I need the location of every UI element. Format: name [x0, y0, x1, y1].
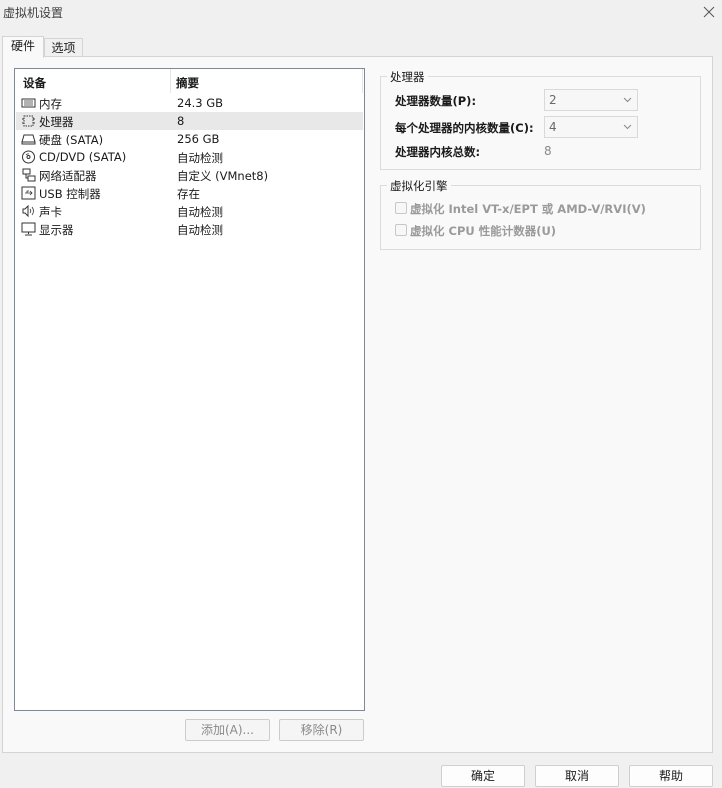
device-name: USB 控制器	[39, 187, 101, 201]
device-name: CD/DVD (SATA)	[39, 150, 127, 164]
cd-dvd-icon	[22, 150, 35, 164]
sound-card-icon	[22, 204, 34, 218]
usb-icon	[21, 186, 36, 200]
column-divider	[170, 69, 171, 93]
device-name: 网络适配器	[39, 169, 97, 183]
device-name: 硬盘 (SATA)	[39, 133, 104, 147]
virtualization-group: 虚拟化引擎	[380, 178, 701, 250]
column-divider	[362, 69, 363, 93]
tab-hardware[interactable]: 硬件	[2, 36, 44, 58]
device-name: 处理器	[39, 115, 74, 129]
device-row-usb[interactable]: USB 控制器 存在	[16, 184, 363, 202]
processors-group-title: 处理器	[387, 69, 428, 85]
processor-count-select[interactable]: 2	[544, 89, 638, 111]
close-icon	[703, 6, 715, 18]
device-row-sound-card[interactable]: 声卡 自动检测	[16, 202, 363, 220]
help-button[interactable]: 帮助	[629, 765, 713, 787]
device-summary: 自动检测	[177, 223, 223, 237]
device-summary: 24.3 GB	[177, 96, 224, 110]
device-list[interactable]: 设备 摘要 内存 24.3 GB 处理器 8 硬盘 (SATA) 256 GB …	[14, 68, 365, 711]
device-row-network-adapter[interactable]: 网络适配器 自定义 (VMnet8)	[16, 166, 363, 184]
virtualize-vtx-label[interactable]: 虚拟化 Intel VT-x/EPT 或 AMD-V/RVI(V)	[410, 201, 646, 217]
network-adapter-icon	[22, 168, 36, 182]
virtualize-cpu-counters-checkbox[interactable]	[395, 224, 407, 236]
ok-button[interactable]: 确定	[441, 765, 525, 787]
virtualization-group-title: 虚拟化引擎	[387, 178, 451, 194]
remove-button[interactable]: 移除(R)	[279, 719, 364, 741]
tab-options[interactable]: 选项	[44, 38, 83, 57]
display-icon	[21, 222, 36, 236]
device-summary: 自动检测	[177, 205, 223, 219]
chevron-down-icon	[623, 124, 632, 130]
virtualize-cpu-counters-label[interactable]: 虚拟化 CPU 性能计数器(U)	[410, 223, 556, 239]
device-row-display[interactable]: 显示器 自动检测	[16, 220, 363, 238]
device-summary: 自动检测	[177, 151, 223, 165]
processor-icon	[22, 115, 35, 127]
column-header-device[interactable]: 设备	[23, 75, 46, 91]
virtualize-vtx-checkbox[interactable]	[395, 202, 407, 214]
device-row-cd-dvd[interactable]: CD/DVD (SATA) 自动检测	[16, 148, 363, 166]
device-name: 声卡	[39, 205, 62, 219]
chevron-down-icon	[623, 97, 632, 103]
device-name: 显示器	[39, 223, 74, 237]
cores-per-processor-select[interactable]: 4	[544, 116, 638, 138]
cores-per-processor-value: 4	[549, 120, 557, 134]
add-button[interactable]: 添加(A)...	[185, 719, 270, 741]
processor-count-value: 2	[549, 93, 557, 107]
device-row-processor[interactable]: 处理器 8	[16, 112, 363, 130]
total-cores-value: 8	[544, 144, 552, 158]
device-row-memory[interactable]: 内存 24.3 GB	[16, 94, 363, 112]
memory-icon	[21, 98, 36, 108]
device-name: 内存	[39, 97, 62, 111]
cores-per-processor-label: 每个处理器的内核数量(C):	[395, 121, 534, 135]
column-header-summary[interactable]: 摘要	[176, 75, 199, 91]
cancel-button[interactable]: 取消	[535, 765, 619, 787]
window-title: 虚拟机设置	[3, 6, 64, 20]
hard-disk-icon	[21, 134, 36, 145]
close-button[interactable]	[696, 0, 722, 24]
total-cores-label: 处理器内核总数:	[395, 145, 481, 159]
processor-count-label: 处理器数量(P):	[395, 94, 477, 108]
device-list-header: 设备 摘要	[15, 69, 364, 93]
device-row-hard-disk[interactable]: 硬盘 (SATA) 256 GB	[16, 130, 363, 148]
device-summary: 自定义 (VMnet8)	[177, 169, 269, 183]
device-summary: 256 GB	[177, 132, 220, 146]
device-summary: 存在	[177, 187, 200, 201]
title-bar: 虚拟机设置	[0, 0, 722, 26]
device-summary: 8	[177, 114, 185, 128]
